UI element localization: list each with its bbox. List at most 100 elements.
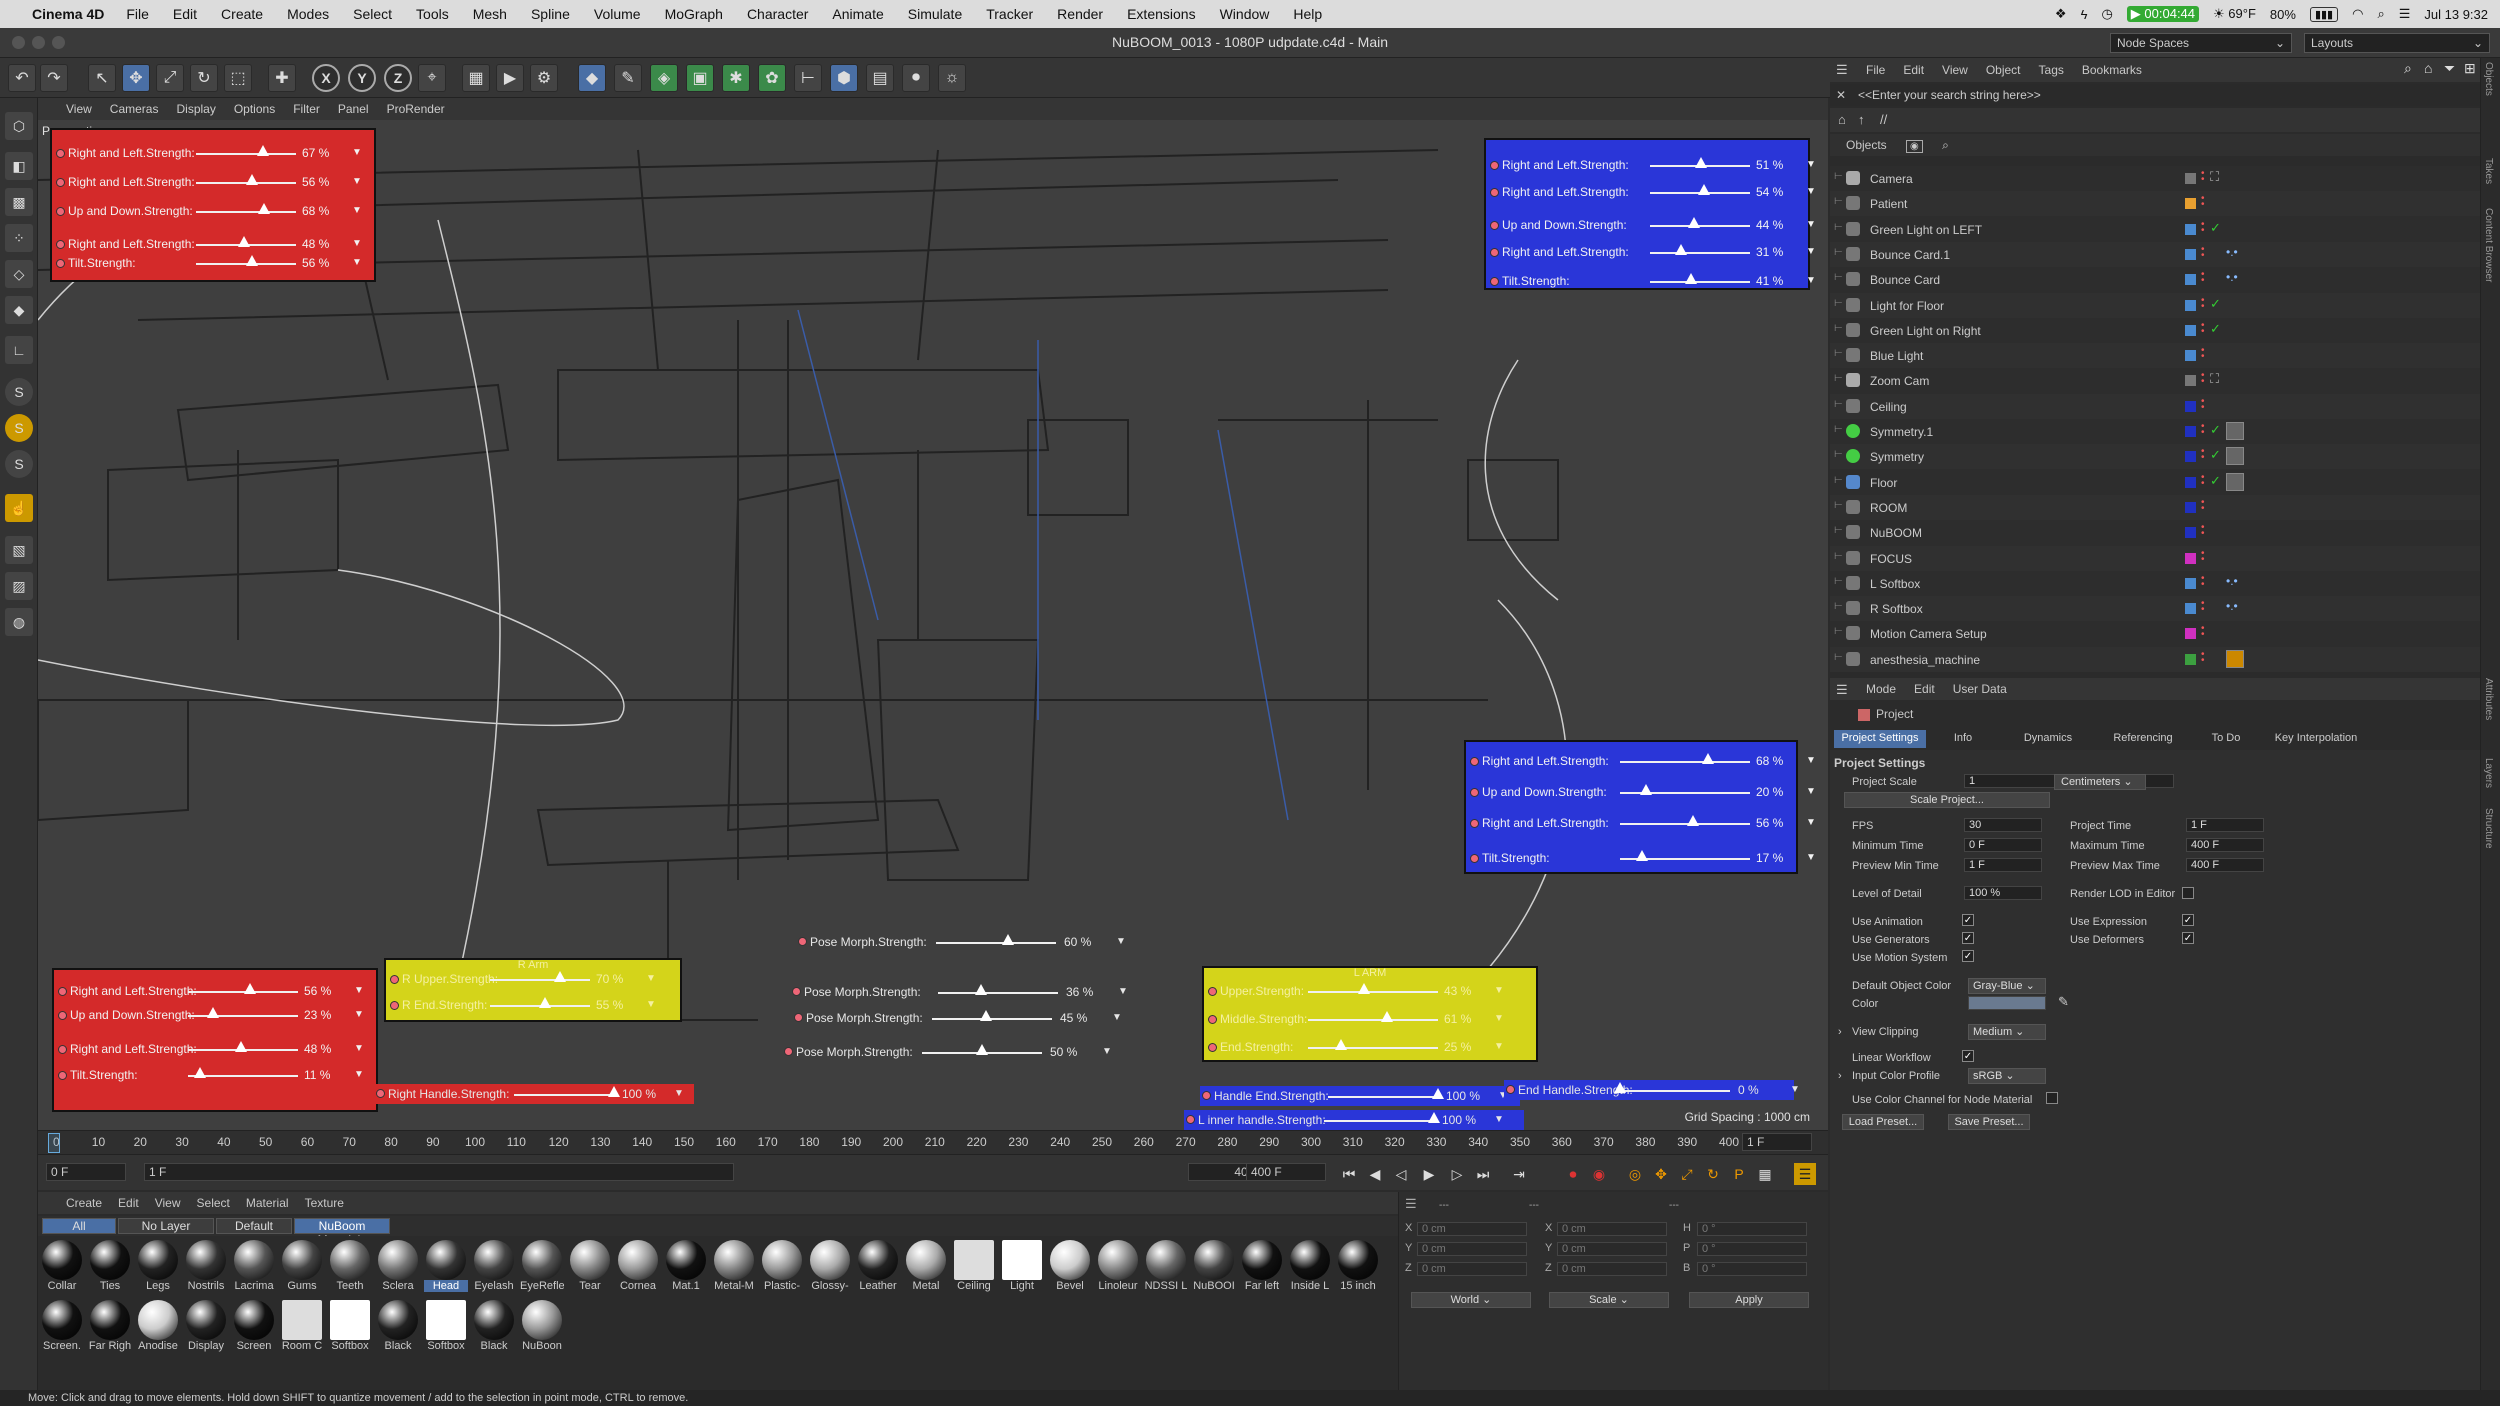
expand-icon[interactable]: ⊢ bbox=[1834, 475, 1843, 486]
coord-field[interactable]: 0 cm bbox=[1417, 1242, 1527, 1256]
go-to-start-icon[interactable]: ⏮ bbox=[1338, 1163, 1360, 1185]
keyframe-dot-icon[interactable] bbox=[1208, 1014, 1217, 1024]
material-swatch[interactable]: Light bbox=[1000, 1240, 1044, 1298]
expand-icon[interactable]: ⊢ bbox=[1834, 399, 1843, 410]
attribute-menu-edit[interactable]: Edit bbox=[1914, 682, 1935, 696]
layer-color-swatch[interactable] bbox=[2185, 324, 2196, 336]
slider-value[interactable]: 48 % bbox=[302, 237, 329, 251]
slider-value[interactable]: 68 % bbox=[302, 204, 329, 218]
object-tag-icon[interactable] bbox=[2226, 472, 2244, 491]
dropdown-arrow-icon[interactable]: ▼ bbox=[352, 176, 362, 187]
dropdown-arrow-icon[interactable]: ▼ bbox=[1112, 1012, 1122, 1023]
side-tab-objects[interactable]: Objects bbox=[2483, 62, 2494, 96]
objects-filter-icon[interactable]: ⏷ bbox=[2444, 60, 2455, 77]
slider-track[interactable] bbox=[936, 942, 1056, 944]
menu-spline[interactable]: Spline bbox=[531, 6, 570, 22]
object-menu-tags[interactable]: Tags bbox=[2039, 63, 2064, 77]
render-settings-icon[interactable]: ⚙ bbox=[530, 64, 558, 92]
visibility-dots-icon[interactable]: • • bbox=[2201, 244, 2205, 260]
slider-value[interactable]: 23 % bbox=[304, 1008, 331, 1022]
visibility-dots-icon[interactable]: • • bbox=[2201, 295, 2205, 311]
recent-tool-icon[interactable]: ⬚ bbox=[224, 64, 252, 92]
layer-color-swatch[interactable] bbox=[2185, 375, 2196, 387]
slider-value[interactable]: 45 % bbox=[1060, 1011, 1087, 1025]
use-color-channel-checkbox[interactable] bbox=[2046, 1092, 2058, 1104]
deformer-icon[interactable]: ✱ bbox=[722, 64, 750, 92]
material-swatch[interactable]: Inside L bbox=[1288, 1240, 1332, 1298]
dropdown-arrow-icon[interactable]: ▼ bbox=[1116, 936, 1126, 947]
slider-knob[interactable] bbox=[1688, 217, 1700, 228]
workplane-icon[interactable]: S bbox=[5, 450, 33, 478]
dropdown-arrow-icon[interactable]: ▼ bbox=[1806, 246, 1816, 257]
object-tag-icon[interactable]: •.• bbox=[2226, 245, 2244, 263]
slider-track[interactable] bbox=[514, 1094, 614, 1096]
menu-edit[interactable]: Edit bbox=[173, 6, 197, 22]
keyframe-dot-icon[interactable] bbox=[1208, 1042, 1217, 1052]
material-swatch[interactable]: Metal-M bbox=[712, 1240, 756, 1298]
material-swatch[interactable]: Eyelash bbox=[472, 1240, 516, 1298]
dropdown-arrow-icon[interactable]: ▼ bbox=[1806, 186, 1816, 197]
slider-value[interactable]: 50 % bbox=[1050, 1045, 1077, 1059]
object-tag-icon[interactable] bbox=[2226, 422, 2244, 440]
camera-tag-icon[interactable]: ⛶ bbox=[2210, 169, 2219, 185]
slider-row[interactable]: Up and Down.Strength: 20 % ▼ bbox=[1470, 783, 1816, 801]
objects-menu-icon[interactable]: ☰ bbox=[1836, 62, 1848, 78]
units-dropdown[interactable]: Centimeters ⌄ bbox=[2054, 774, 2146, 790]
dropdown-arrow-icon[interactable]: ▼ bbox=[646, 973, 656, 984]
material-menu-texture[interactable]: Texture bbox=[305, 1196, 344, 1210]
object-row-symmetry[interactable]: ⊢ Symmetry • • ✓ bbox=[1830, 444, 2480, 470]
slider-value[interactable]: 36 % bbox=[1066, 985, 1093, 999]
slider-row[interactable]: Tilt.Strength: 56 % ▼ bbox=[56, 254, 374, 272]
rotation-key-icon[interactable]: ↻ bbox=[1702, 1163, 1724, 1185]
enabled-check-icon[interactable]: ✓ bbox=[2210, 422, 2221, 438]
material-swatch[interactable]: Screen bbox=[232, 1300, 276, 1358]
dropdown-arrow-icon[interactable]: ▼ bbox=[1102, 1046, 1112, 1057]
snap-icon[interactable]: S bbox=[5, 378, 33, 406]
keyframe-dot-icon[interactable] bbox=[792, 987, 801, 996]
side-tab-attributes[interactable]: Attributes bbox=[2483, 678, 2494, 720]
attr-tab-dynamics[interactable]: Dynamics bbox=[2000, 730, 2096, 748]
slider-knob[interactable] bbox=[976, 1044, 988, 1055]
visibility-dots-icon[interactable]: • • bbox=[2201, 346, 2205, 362]
expand-icon[interactable]: ⊢ bbox=[1834, 576, 1843, 587]
slider-row[interactable]: Right and Left.Strength: 67 % ▼ bbox=[56, 144, 374, 162]
material-tab-default[interactable]: Default bbox=[216, 1218, 292, 1234]
project-time-field[interactable]: 1 F bbox=[2186, 818, 2264, 832]
viewport-menu-cameras[interactable]: Cameras bbox=[110, 102, 159, 116]
prev-frame-icon[interactable]: ◁ bbox=[1390, 1163, 1412, 1185]
side-tab-takes[interactable]: Takes bbox=[2483, 158, 2494, 184]
slider-knob[interactable] bbox=[1334, 1039, 1347, 1050]
object-menu-bookmarks[interactable]: Bookmarks bbox=[2082, 63, 2142, 77]
layer-color-swatch[interactable] bbox=[2185, 400, 2196, 412]
viewport-menu-filter[interactable]: Filter bbox=[293, 102, 320, 116]
menu-window[interactable]: Window bbox=[1220, 6, 1270, 22]
material-swatch[interactable]: Softbox bbox=[424, 1300, 468, 1358]
objects-home-icon[interactable]: ⌂ bbox=[2424, 60, 2432, 76]
max-time-field[interactable]: 400 F bbox=[2186, 838, 2264, 852]
visibility-dots-icon[interactable]: • • bbox=[2201, 270, 2205, 286]
slider-track[interactable] bbox=[1650, 225, 1750, 227]
slider-knob[interactable] bbox=[1640, 784, 1652, 795]
slider-row[interactable]: Right and Left.Strength: 56 % ▼ bbox=[1470, 814, 1816, 832]
material-tab-all[interactable]: All bbox=[42, 1218, 116, 1234]
keyframe-dot-icon[interactable] bbox=[1490, 220, 1499, 230]
slider-knob[interactable] bbox=[257, 145, 269, 156]
weather-icon[interactable]: ☀ 69°F bbox=[2213, 6, 2256, 22]
color-swatch[interactable] bbox=[1968, 996, 2046, 1010]
object-row-green-light-on-right[interactable]: ⊢ Green Light on Right • • ✓ bbox=[1830, 318, 2480, 343]
material-swatch[interactable]: NuBoon bbox=[520, 1300, 564, 1358]
polygons-mode-icon[interactable]: ◆ bbox=[5, 296, 33, 324]
attr-tab-info[interactable]: Info bbox=[1930, 730, 1996, 748]
slider-track[interactable] bbox=[1650, 252, 1750, 254]
slider-track[interactable] bbox=[1620, 823, 1750, 825]
use-motion-checkbox[interactable]: ✓ bbox=[1962, 950, 1974, 962]
enabled-check-icon[interactable]: ✓ bbox=[2210, 220, 2221, 236]
slider-value[interactable]: 25 % bbox=[1444, 1040, 1471, 1054]
keyframe-dot-icon[interactable] bbox=[784, 1047, 793, 1056]
object-tag-icon[interactable] bbox=[2226, 649, 2244, 668]
keyframe-dot-icon[interactable] bbox=[1470, 756, 1479, 766]
slider-knob[interactable] bbox=[1432, 1088, 1444, 1099]
floating-slider[interactable]: Handle End.Strength: 100 % ▼ bbox=[1200, 1086, 1520, 1106]
expand-icon[interactable]: ⊢ bbox=[1834, 171, 1843, 182]
camera-tag-icon[interactable]: ⛶ bbox=[2210, 371, 2219, 387]
